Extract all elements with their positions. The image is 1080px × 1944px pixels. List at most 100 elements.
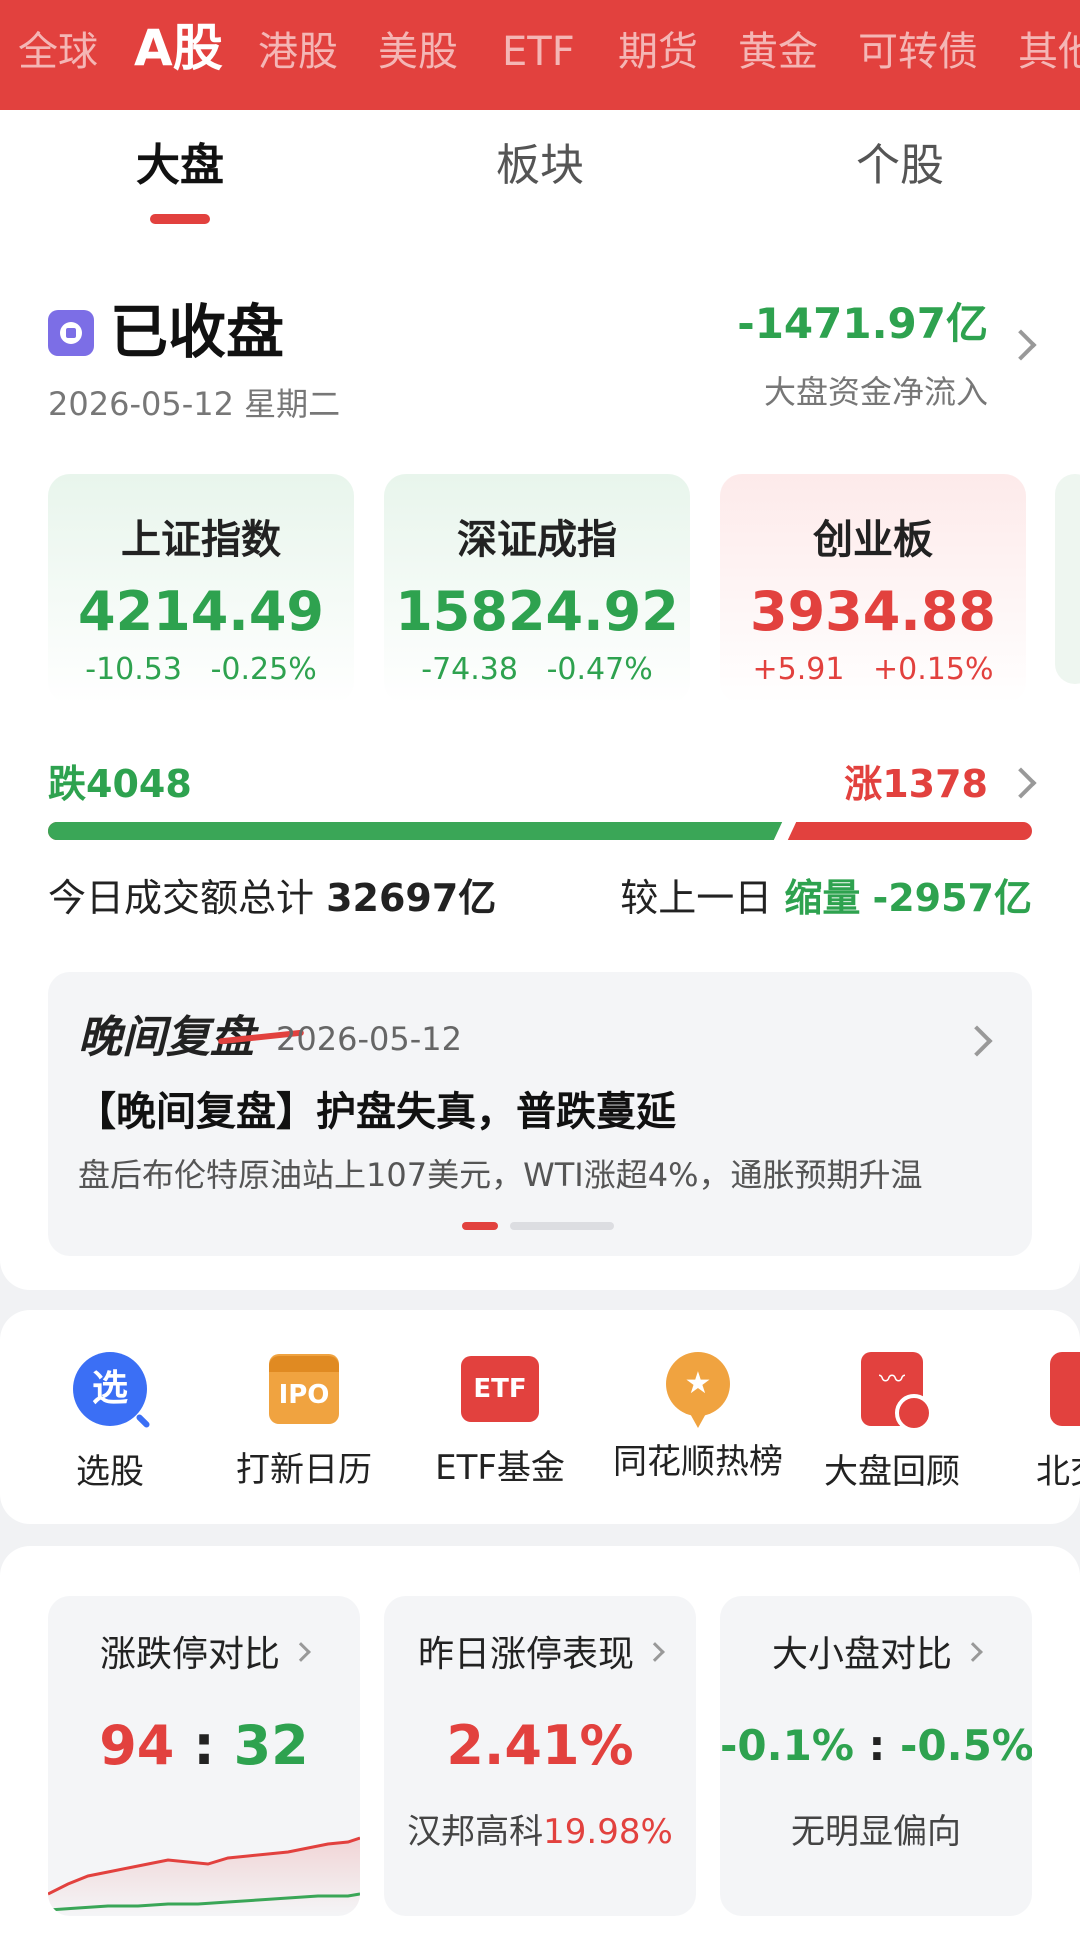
limit-compare-values: 94 : 32 bbox=[48, 1712, 360, 1780]
limit-compare-card[interactable]: 涨跌停对比 94 : 32 bbox=[48, 1596, 360, 1916]
large-cap-change: -0.1% bbox=[720, 1721, 854, 1770]
market-tab-us[interactable]: 美股 bbox=[378, 24, 458, 80]
turnover-value: 32697亿 bbox=[326, 876, 497, 920]
market-tab-gold[interactable]: 黄金 bbox=[738, 24, 818, 80]
stock-picker-icon: 选 bbox=[73, 1352, 147, 1426]
turnover-compare: 较上一日 缩量 -2957亿 bbox=[620, 870, 1032, 926]
compare-value: -2957亿 bbox=[872, 876, 1032, 920]
market-bar: 全球 A股 港股 美股 ETF 期货 黄金 可转债 其他 bbox=[0, 0, 1080, 110]
index-change-pct: -0.25% bbox=[210, 652, 317, 687]
index-card-chinext[interactable]: 创业板 3934.88 +5.91 +0.15% bbox=[720, 474, 1026, 704]
yesterday-limit-card[interactable]: 昨日涨停表现 2.41% 汉邦高科19.98% bbox=[384, 1596, 696, 1916]
market-tab-convertible[interactable]: 可转债 bbox=[858, 24, 978, 80]
chevron-right-icon bbox=[963, 1642, 983, 1662]
index-change-pct: -0.47% bbox=[546, 652, 653, 687]
index-name: 上证指数 bbox=[121, 517, 281, 563]
quick-access-label: 同花顺热榜 bbox=[613, 1442, 783, 1482]
yesterday-limit-title: 昨日涨停表现 bbox=[384, 1630, 696, 1680]
tab-stocks[interactable]: 个股 bbox=[848, 136, 952, 196]
market-tab-hk[interactable]: 港股 bbox=[258, 24, 338, 80]
size-compare-title-text: 大小盘对比 bbox=[771, 1634, 952, 1675]
review-summary: 盘后布伦特原油站上107美元，WTI涨超4%，通胀预期升温 bbox=[78, 1156, 923, 1194]
size-compare-values: -0.1% : -0.5% bbox=[720, 1712, 1032, 1780]
size-compare-title: 大小盘对比 bbox=[720, 1630, 1032, 1680]
tab-market[interactable]: 大盘 bbox=[130, 136, 230, 196]
quick-access-etf-fund[interactable]: ETF ETF基金 bbox=[410, 1352, 590, 1492]
chevron-right-icon bbox=[645, 1642, 665, 1662]
quick-access-label: 北交所 bbox=[1036, 1452, 1080, 1492]
turnover-label: 今日成交额总计 bbox=[48, 876, 315, 920]
market-tab-a-share[interactable]: A股 bbox=[134, 20, 223, 76]
limit-trend-sparkline bbox=[48, 1836, 360, 1916]
quick-access-label: 大盘回顾 bbox=[824, 1452, 960, 1492]
quick-access-market-review[interactable]: 〰 大盘回顾 bbox=[802, 1352, 982, 1496]
bse-icon bbox=[1050, 1352, 1080, 1426]
index-name: 深证成指 bbox=[457, 517, 617, 563]
ipo-calendar-icon: IPO bbox=[269, 1354, 339, 1424]
index-card-next[interactable] bbox=[1055, 474, 1080, 684]
small-cap-change: -0.5% bbox=[899, 1721, 1032, 1770]
tab-sectors[interactable]: 板块 bbox=[488, 136, 592, 196]
compare-status: 缩量 bbox=[784, 876, 861, 920]
chevron-right-icon bbox=[291, 1642, 311, 1662]
etf-fund-icon: ETF bbox=[461, 1356, 539, 1422]
quick-access-stock-picker[interactable]: 选 选股 bbox=[20, 1352, 200, 1496]
limit-up-count: 94 bbox=[99, 1714, 175, 1777]
review-title: 【晚间复盘】护盘失真，普跌蔓延 bbox=[76, 1089, 676, 1135]
turnover-total: 今日成交额总计 32697亿 bbox=[48, 870, 496, 926]
index-change-value: -74.38 bbox=[421, 652, 518, 687]
carousel-dot-active bbox=[462, 1222, 498, 1230]
index-change: +5.91 +0.15% bbox=[720, 650, 1026, 690]
chevron-right-icon[interactable] bbox=[961, 1025, 993, 1057]
limit-compare-title: 涨跌停对比 bbox=[48, 1630, 360, 1680]
compare-label: 较上一日 bbox=[620, 876, 773, 920]
market-tab-global[interactable]: 全球 bbox=[18, 24, 98, 80]
net-flow-value[interactable]: -1471.97亿 bbox=[737, 296, 988, 352]
market-tab-other[interactable]: 其他 bbox=[1018, 24, 1080, 80]
index-change-value: +5.91 bbox=[752, 652, 845, 687]
limit-compare-title-text: 涨跌停对比 bbox=[99, 1634, 280, 1675]
quick-access-hot-list[interactable]: ★ 同花顺热榜 bbox=[606, 1352, 790, 1486]
quick-access-bse[interactable]: 北交所 bbox=[1002, 1352, 1080, 1496]
evening-review-card[interactable]: 晚间复盘 2026-05-12 【晚间复盘】护盘失真，普跌蔓延 盘后布伦特原油站… bbox=[48, 972, 1032, 1256]
index-change: -10.53 -0.25% bbox=[48, 650, 354, 690]
index-price: 3934.88 bbox=[750, 580, 996, 643]
yesterday-top-stock: 汉邦高科19.98% bbox=[384, 1808, 696, 1856]
active-tab-indicator bbox=[150, 214, 210, 224]
trading-date: 2026-05-12 星期二 bbox=[48, 385, 341, 423]
breadth-fall-segment bbox=[48, 822, 782, 840]
fall-count: 跌4048 bbox=[48, 762, 192, 806]
yesterday-limit-value: 2.41% bbox=[446, 1714, 634, 1777]
quick-access-label: 打新日历 bbox=[236, 1450, 372, 1490]
quick-access-label: ETF基金 bbox=[435, 1448, 565, 1488]
index-card-shanghai[interactable]: 上证指数 4214.49 -10.53 -0.25% bbox=[48, 474, 354, 704]
size-compare-note: 无明显偏向 bbox=[791, 1812, 961, 1852]
index-change-value: -10.53 bbox=[85, 652, 182, 687]
breadth-ratio-bar bbox=[48, 822, 1032, 840]
net-flow-label[interactable]: 大盘资金净流入 bbox=[764, 370, 988, 414]
market-review-icon: 〰 bbox=[861, 1352, 933, 1432]
ratio-separator: : bbox=[868, 1721, 886, 1770]
quick-access-ipo-calendar[interactable]: IPO 打新日历 bbox=[214, 1352, 394, 1494]
market-tab-futures[interactable]: 期货 bbox=[618, 24, 698, 80]
rise-count[interactable]: 涨1378 bbox=[844, 758, 988, 810]
market-tab-etf[interactable]: ETF bbox=[502, 24, 575, 80]
review-date: 2026-05-12 bbox=[276, 1020, 462, 1058]
ratio-separator: : bbox=[193, 1714, 215, 1777]
market-status: 已收盘 bbox=[110, 298, 285, 366]
yesterday-limit-title-text: 昨日涨停表现 bbox=[417, 1634, 634, 1675]
index-name: 创业板 bbox=[813, 517, 933, 563]
top-stock-pct: 19.98% bbox=[543, 1812, 673, 1852]
sub-tabs: 大盘 板块 个股 bbox=[0, 110, 1080, 230]
index-change: -74.38 -0.47% bbox=[384, 650, 690, 690]
quick-access-label: 选股 bbox=[76, 1452, 144, 1492]
index-card-shenzhen[interactable]: 深证成指 15824.92 -74.38 -0.47% bbox=[384, 474, 690, 704]
index-price: 4214.49 bbox=[78, 580, 324, 643]
index-price: 15824.92 bbox=[395, 580, 679, 643]
size-compare-card[interactable]: 大小盘对比 -0.1% : -0.5% 无明显偏向 bbox=[720, 1596, 1032, 1916]
top-stock-name: 汉邦高科 bbox=[407, 1812, 544, 1852]
limit-down-count: 32 bbox=[233, 1714, 309, 1777]
carousel-dot-inactive bbox=[510, 1222, 614, 1230]
hot-list-icon: ★ bbox=[666, 1352, 730, 1416]
index-change-pct: +0.15% bbox=[873, 652, 994, 687]
